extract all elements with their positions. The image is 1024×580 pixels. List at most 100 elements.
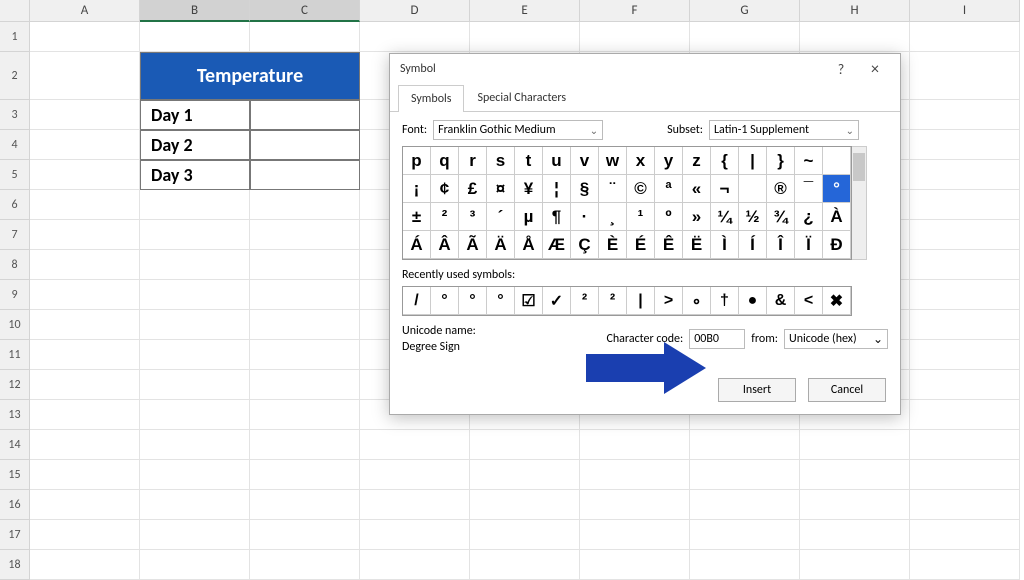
cell[interactable] xyxy=(250,190,360,220)
cell[interactable] xyxy=(470,520,580,550)
cell[interactable] xyxy=(580,22,690,52)
symbol-cell[interactable]: É xyxy=(627,231,655,259)
symbol-cell[interactable]: Ë xyxy=(683,231,711,259)
symbol-cell[interactable]: © xyxy=(627,175,655,203)
cell[interactable] xyxy=(910,460,1020,490)
symbol-cell[interactable]: ¡ xyxy=(403,175,431,203)
cell[interactable] xyxy=(140,400,250,430)
symbol-cell[interactable]: ½ xyxy=(739,203,767,231)
day-label[interactable]: Day 1 xyxy=(140,100,250,130)
symbol-cell[interactable]: ¹ xyxy=(627,203,655,231)
symbol-cell[interactable]: ¢ xyxy=(431,175,459,203)
recent-symbol-cell[interactable]: ² xyxy=(571,287,599,315)
cell[interactable] xyxy=(30,22,140,52)
cell[interactable] xyxy=(30,100,140,130)
cell[interactable] xyxy=(800,460,910,490)
col-header-b[interactable]: B xyxy=(140,0,250,22)
cell[interactable] xyxy=(30,280,140,310)
col-header-c[interactable]: C xyxy=(250,0,360,22)
symbol-cell[interactable]: ³ xyxy=(459,203,487,231)
cell[interactable] xyxy=(250,490,360,520)
col-header-g[interactable]: G xyxy=(690,0,800,22)
symbol-cell[interactable]: º xyxy=(655,203,683,231)
cell[interactable] xyxy=(360,460,470,490)
cell[interactable] xyxy=(580,520,690,550)
col-header-i[interactable]: I xyxy=(910,0,1020,22)
symbol-cell[interactable]: Î xyxy=(767,231,795,259)
recent-symbol-cell[interactable]: / xyxy=(403,287,431,315)
row-header[interactable]: 11 xyxy=(0,340,30,370)
symbol-cell[interactable]: w xyxy=(599,147,627,175)
subset-select[interactable]: Latin-1 Supplement ⌄ xyxy=(709,120,859,140)
cell[interactable] xyxy=(140,520,250,550)
cell[interactable] xyxy=(30,250,140,280)
symbol-cell[interactable]: À xyxy=(823,203,851,231)
recent-symbol-cell[interactable]: ² xyxy=(599,287,627,315)
cell[interactable] xyxy=(910,130,1020,160)
symbol-cell[interactable]: » xyxy=(683,203,711,231)
cell[interactable] xyxy=(910,100,1020,130)
symbol-cell[interactable]: ® xyxy=(767,175,795,203)
symbol-cell[interactable]: Ì xyxy=(711,231,739,259)
symbol-cell[interactable]: ¯ xyxy=(795,175,823,203)
symbol-cell[interactable]: Ä xyxy=(487,231,515,259)
cell[interactable] xyxy=(140,370,250,400)
cell[interactable] xyxy=(360,490,470,520)
temperature-header[interactable]: Temperature xyxy=(140,52,360,100)
close-button[interactable]: × xyxy=(858,60,892,79)
symbol-cell[interactable]: · xyxy=(571,203,599,231)
row-header[interactable]: 13 xyxy=(0,400,30,430)
symbol-cell[interactable]: s xyxy=(487,147,515,175)
symbol-cell[interactable]: | xyxy=(739,147,767,175)
symbol-cell[interactable]: ¾ xyxy=(767,203,795,231)
row-header[interactable]: 6 xyxy=(0,190,30,220)
symbol-cell[interactable]: ¬ xyxy=(711,175,739,203)
cancel-button[interactable]: Cancel xyxy=(808,378,886,402)
symbol-cell[interactable]: È xyxy=(599,231,627,259)
symbol-cell[interactable]: } xyxy=(767,147,795,175)
row-header[interactable]: 10 xyxy=(0,310,30,340)
font-select[interactable]: Franklin Gothic Medium ⌄ xyxy=(433,120,603,140)
symbol-cell[interactable]: x xyxy=(627,147,655,175)
row-header[interactable]: 8 xyxy=(0,250,30,280)
recent-symbol-cell[interactable]: ° xyxy=(487,287,515,315)
recent-symbol-cell[interactable]: ∘ xyxy=(683,287,711,315)
symbol-cell[interactable]: Ð xyxy=(823,231,851,259)
cell[interactable] xyxy=(800,430,910,460)
row-header[interactable]: 9 xyxy=(0,280,30,310)
row-header[interactable]: 5 xyxy=(0,160,30,190)
cell[interactable] xyxy=(30,190,140,220)
recent-symbol-cell[interactable]: & xyxy=(767,287,795,315)
symbol-cell[interactable]: ´ xyxy=(487,203,515,231)
cell[interactable] xyxy=(30,130,140,160)
cell[interactable] xyxy=(140,22,250,52)
row-header[interactable]: 16 xyxy=(0,490,30,520)
symbol-cell[interactable]: Í xyxy=(739,231,767,259)
symbol-cell[interactable]: Ê xyxy=(655,231,683,259)
symbol-scrollbar[interactable] xyxy=(852,146,867,260)
row-header[interactable]: 3 xyxy=(0,100,30,130)
recent-symbol-cell[interactable]: ✓ xyxy=(543,287,571,315)
col-header-a[interactable]: A xyxy=(30,0,140,22)
symbol-cell[interactable]: ± xyxy=(403,203,431,231)
cell[interactable] xyxy=(250,430,360,460)
symbol-cell[interactable]: ¸ xyxy=(599,203,627,231)
symbol-cell[interactable]: ° xyxy=(823,175,851,203)
symbol-cell[interactable]: ² xyxy=(431,203,459,231)
cell[interactable] xyxy=(140,310,250,340)
symbol-cell[interactable]: y xyxy=(655,147,683,175)
cell[interactable] xyxy=(30,520,140,550)
cell[interactable] xyxy=(690,430,800,460)
recent-symbol-cell[interactable]: ✖ xyxy=(823,287,851,315)
cell[interactable] xyxy=(580,430,690,460)
recent-symbol-cell[interactable]: † xyxy=(711,287,739,315)
day-value[interactable] xyxy=(250,160,360,190)
cell[interactable] xyxy=(30,400,140,430)
recent-symbol-cell[interactable]: ° xyxy=(459,287,487,315)
cell[interactable] xyxy=(800,520,910,550)
symbol-cell[interactable]: ¿ xyxy=(795,203,823,231)
cell[interactable] xyxy=(910,400,1020,430)
recent-symbol-cell[interactable]: | xyxy=(627,287,655,315)
symbol-cell[interactable]: £ xyxy=(459,175,487,203)
symbol-cell[interactable]: Æ xyxy=(543,231,571,259)
